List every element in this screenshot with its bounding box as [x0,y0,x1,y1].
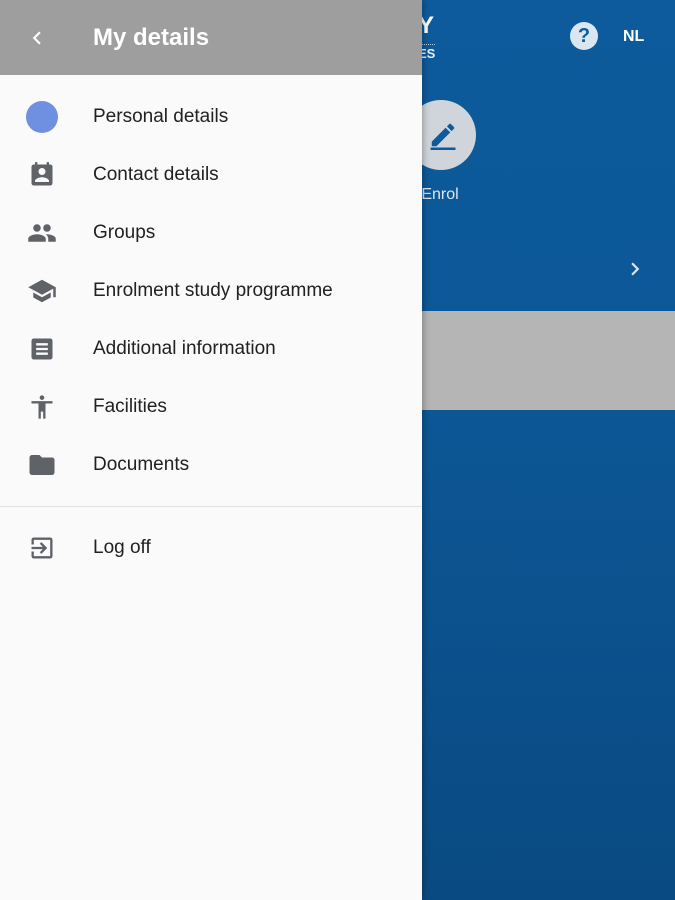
background-grey-band [400,311,675,410]
chevron-left-icon [32,31,41,45]
contact-card-icon [26,159,58,191]
exit-icon [26,532,58,564]
drawer-menu: Personal details Contact details Groups [0,88,422,494]
menu-item-contact-details[interactable]: Contact details [0,146,422,204]
menu-item-label: Facilities [93,396,167,417]
avatar-dot-icon [26,101,58,133]
help-circle-icon: ? [577,24,591,47]
menu-item-label: Personal details [93,106,229,127]
log-off-label: Log off [93,537,151,558]
accessibility-icon [26,391,58,423]
menu-item-documents[interactable]: Documents [0,436,422,494]
back-button[interactable] [20,21,54,55]
log-off-button[interactable]: Log off [0,519,422,577]
menu-item-label: Enrolment study programme [93,280,333,301]
drawer-header: My details [0,0,422,75]
menu-item-additional-information[interactable]: Additional information [0,320,422,378]
avatar [26,101,58,133]
menu-item-personal-details[interactable]: Personal details [0,88,422,146]
help-button[interactable]: ? [570,22,598,50]
menu-divider [0,506,422,507]
drawer-title: My details [93,24,210,51]
pencil-icon [430,123,456,150]
menu-item-enrolment-study-programme[interactable]: Enrolment study programme [0,262,422,320]
menu-item-label: Additional information [93,338,276,359]
app-screen: Y ES ? NL Enrol My details Personal deta… [0,0,675,900]
navigation-drawer: My details Personal details Contact deta… [0,0,422,900]
notes-icon [26,333,58,365]
graduation-cap-icon [26,275,58,307]
menu-item-groups[interactable]: Groups [0,204,422,262]
people-icon [26,217,58,249]
menu-item-facilities[interactable]: Facilities [0,378,422,436]
language-toggle-button[interactable]: NL [623,28,644,46]
chevron-right-icon[interactable] [622,256,648,287]
menu-item-label: Groups [93,222,156,243]
folder-icon [26,449,58,481]
menu-item-label: Contact details [93,164,219,185]
menu-item-label: Documents [93,454,190,475]
